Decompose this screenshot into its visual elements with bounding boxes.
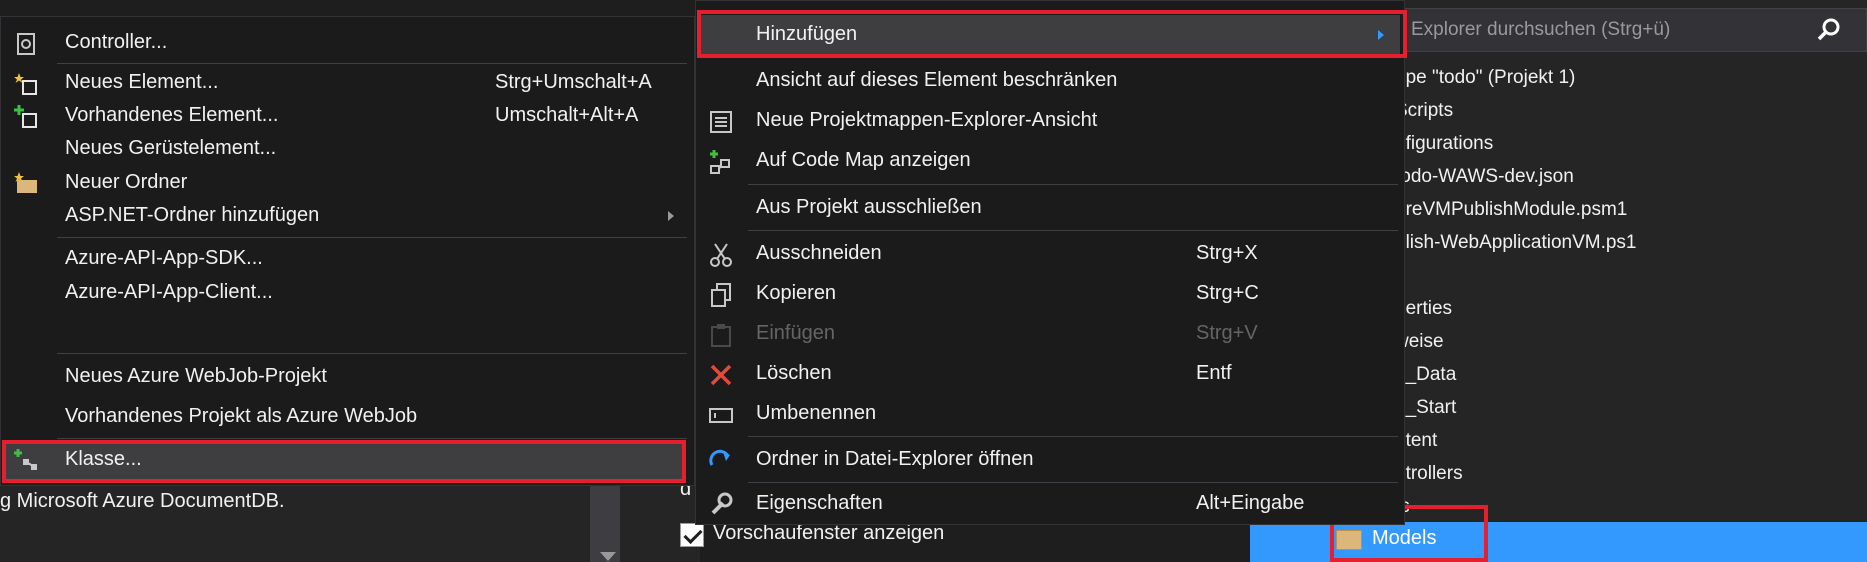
refresh-icon bbox=[709, 449, 730, 466]
menu-item-scope-to-this[interactable]: Ansicht auf dieses Element beschränken bbox=[696, 63, 1404, 99]
menu-item-label: Neues Element... bbox=[65, 71, 219, 93]
preview-checkbox[interactable] bbox=[680, 523, 704, 547]
menu-separator bbox=[57, 63, 687, 64]
menu-item-label: Neue Projektmappen-Explorer-Ansicht bbox=[756, 109, 1098, 131]
class-icon bbox=[14, 449, 37, 470]
menu-item-properties[interactable]: Eigenschaften Alt+Eingabe bbox=[696, 486, 1404, 522]
menu-item-label: Azure-API-App-SDK... bbox=[65, 247, 263, 269]
scrollbar[interactable] bbox=[590, 485, 620, 562]
menu-item-paste: Einfügen Strg+V bbox=[696, 316, 1404, 352]
background-description: g Microsoft Azure DocumentDB. bbox=[0, 490, 285, 512]
wrench-icon bbox=[711, 492, 733, 515]
menu-item-api-app-client[interactable]: Azure-API-App-Client... bbox=[1, 275, 694, 311]
menu-item-label: Neues Azure WebJob-Projekt bbox=[65, 365, 327, 387]
menu-item-label: Azure-API-App-Client... bbox=[65, 281, 273, 303]
menu-item-label: Ansicht auf dieses Element beschränken bbox=[756, 69, 1118, 91]
scroll-down-arrow-icon[interactable] bbox=[600, 552, 616, 561]
menu-item-shortcut: Strg+C bbox=[1196, 282, 1259, 304]
menu-separator bbox=[748, 230, 1398, 231]
menu-separator bbox=[748, 184, 1398, 185]
menu-item-rename[interactable]: Umbenennen bbox=[696, 396, 1404, 432]
menu-item-new-item[interactable]: Neues Element... Strg+Umschalt+A bbox=[1, 65, 694, 101]
menu-item-exclude-from-project[interactable]: Aus Projekt ausschließen bbox=[696, 190, 1404, 226]
menu-item-label: Aus Projekt ausschließen bbox=[756, 196, 982, 218]
solution-tree-item[interactable]: nfigurations bbox=[1395, 128, 1493, 160]
menu-item-new-explorer-view[interactable]: Neue Projektmappen-Explorer-Ansicht bbox=[696, 103, 1404, 139]
existing-item-icon bbox=[14, 105, 37, 128]
menu-item-label: Umbenennen bbox=[756, 402, 877, 424]
menu-item-label: Einfügen bbox=[756, 322, 835, 344]
menu-item-shortcut: Strg+Umschalt+A bbox=[495, 71, 652, 93]
menu-item-new-scaffold[interactable]: Neues Gerüstelement... bbox=[1, 131, 694, 167]
scissors-icon bbox=[710, 243, 732, 267]
menu-item-shortcut: Strg+V bbox=[1196, 322, 1258, 344]
menu-item-label: ASP.NET-Ordner hinzufügen bbox=[65, 204, 320, 226]
search-icon[interactable] bbox=[1816, 17, 1842, 43]
menu-item-copy[interactable]: Kopieren Strg+C bbox=[696, 276, 1404, 312]
menu-item-shortcut: Entf bbox=[1196, 362, 1232, 384]
context-menu: Hinzufügen Ansicht auf dieses Element be… bbox=[695, 0, 1405, 525]
solution-tree-item[interactable]: todo-WAWS-dev.json bbox=[1395, 161, 1574, 193]
menu-item-delete[interactable]: Löschen Entf bbox=[696, 356, 1404, 392]
add-submenu: Controller... Neues Element... Strg+Umsc… bbox=[0, 16, 695, 486]
code-map-icon bbox=[710, 150, 730, 174]
new-item-icon bbox=[14, 73, 37, 95]
new-view-icon bbox=[710, 111, 732, 133]
menu-item-new-folder[interactable]: Neuer Ordner bbox=[1, 165, 694, 201]
menu-item-existing-webjob[interactable]: Vorhandenes Projekt als Azure WebJob bbox=[1, 399, 694, 435]
menu-item-label: Controller... bbox=[65, 31, 168, 53]
search-input[interactable]: Explorer durchsuchen (Strg+ü) bbox=[1411, 19, 1670, 41]
new-folder-icon bbox=[14, 172, 37, 193]
menu-item-label: Hinzufügen bbox=[756, 23, 858, 45]
menu-item-label: Ausschneiden bbox=[756, 242, 882, 264]
solution-tree-item[interactable]: blish-WebApplicationVM.ps1 bbox=[1395, 227, 1637, 259]
paste-icon bbox=[711, 324, 731, 347]
menu-separator bbox=[57, 438, 687, 439]
menu-separator bbox=[57, 237, 687, 238]
preview-checkbox-label: Vorschaufenster anzeigen bbox=[713, 522, 945, 544]
menu-item-shortcut: Strg+X bbox=[1196, 242, 1258, 264]
menu-item-cut[interactable]: Ausschneiden Strg+X bbox=[696, 236, 1404, 272]
menu-item-label: Eigenschaften bbox=[756, 492, 883, 514]
delete-icon bbox=[710, 364, 732, 386]
menu-item-code-map[interactable]: Auf Code Map anzeigen bbox=[696, 143, 1404, 179]
menu-item-label: Neuer Ordner bbox=[65, 171, 188, 193]
menu-separator bbox=[57, 353, 687, 354]
copy-icon bbox=[711, 283, 731, 307]
menu-item-existing-item[interactable]: Vorhandenes Element... Umschalt+Alt+A bbox=[1, 98, 694, 134]
menu-item-label: Neues Gerüstelement... bbox=[65, 137, 277, 159]
menu-item-label: Vorhandenes Projekt als Azure WebJob bbox=[65, 405, 418, 427]
solution-tree-item[interactable]: ppe "todo" (Projekt 1) bbox=[1395, 62, 1575, 94]
menu-item-label: Löschen bbox=[756, 362, 832, 384]
menu-item-shortcut: Umschalt+Alt+A bbox=[495, 104, 639, 126]
menu-item-shortcut: Alt+Eingabe bbox=[1196, 492, 1305, 514]
rename-icon bbox=[709, 408, 733, 423]
menu-item-controller[interactable]: Controller... bbox=[1, 25, 694, 61]
menu-separator bbox=[748, 482, 1398, 483]
controller-icon bbox=[17, 33, 35, 55]
solution-tree-item[interactable]: ntrollers bbox=[1395, 458, 1463, 490]
menu-item-class[interactable]: Klasse... bbox=[3, 442, 686, 480]
menu-item-aspnet-folder[interactable]: ASP.NET-Ordner hinzufügen bbox=[1, 198, 694, 234]
submenu-arrow-icon bbox=[1378, 30, 1384, 40]
menu-item-api-app-sdk[interactable]: Azure-API-App-SDK... bbox=[1, 241, 694, 277]
submenu-arrow-icon bbox=[668, 211, 674, 221]
menu-item-label: Kopieren bbox=[756, 282, 837, 304]
menu-item-label: Vorhandenes Element... bbox=[65, 104, 279, 126]
menu-separator bbox=[748, 436, 1398, 437]
menu-item-open-in-explorer[interactable]: Ordner in Datei-Explorer öffnen bbox=[696, 442, 1404, 478]
menu-item-label: Klasse... bbox=[65, 448, 142, 470]
solution-tree-item[interactable]: ureVMPublishModule.psm1 bbox=[1395, 194, 1627, 226]
menu-item-label: Auf Code Map anzeigen bbox=[756, 149, 971, 171]
menu-item-label: Ordner in Datei-Explorer öffnen bbox=[756, 448, 1034, 470]
menu-item-add[interactable]: Hinzufügen bbox=[698, 15, 1400, 55]
menu-item-new-webjob[interactable]: Neues Azure WebJob-Projekt bbox=[1, 359, 694, 395]
